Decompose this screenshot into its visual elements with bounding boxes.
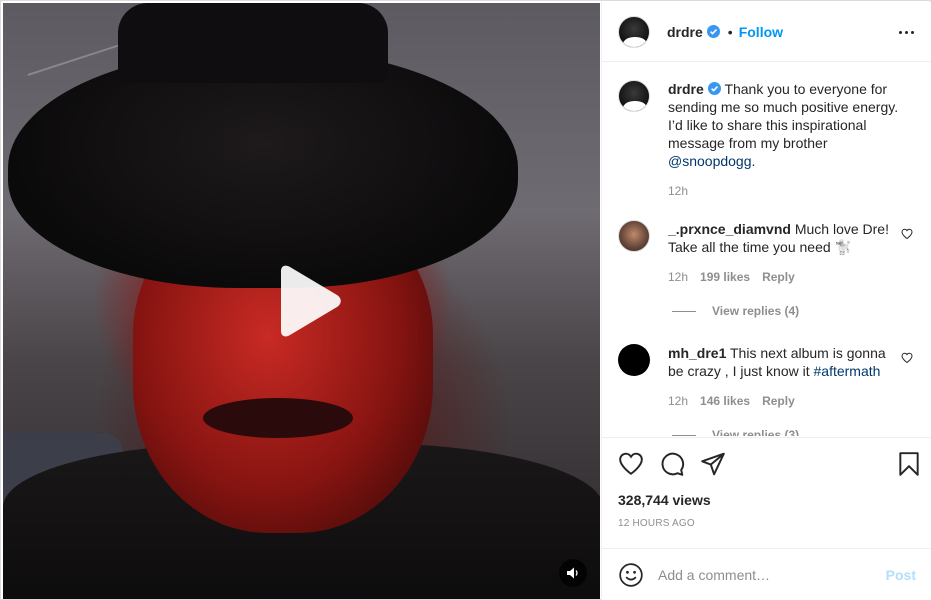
comment-input[interactable]: [658, 566, 878, 583]
comment-username[interactable]: _.prxnce_diamvnd: [668, 221, 791, 237]
bookmark-icon[interactable]: [896, 451, 922, 477]
caption-end: .: [751, 153, 756, 169]
view-replies-line: [672, 310, 696, 312]
share-paper-plane-icon[interactable]: [700, 451, 726, 477]
more-options-icon[interactable]: [899, 24, 917, 40]
comment-item: _.prxnce_diamvnd Much love Dre! Take all…: [618, 220, 915, 256]
action-icons: [618, 438, 919, 490]
post-timestamp: 12 HOURS AGO: [618, 518, 695, 529]
video-subject-hat-top: [118, 3, 388, 83]
comment-time: 12h: [668, 270, 689, 284]
view-replies-label: View replies (4): [712, 304, 800, 318]
comment-avatar[interactable]: [618, 220, 650, 252]
add-comment-bar: Post: [602, 548, 931, 600]
comment-item: mh_dre1 This next album is gonna be craz…: [618, 344, 915, 380]
post-header: drdre • Follow: [602, 2, 931, 62]
comment-meta: 12h 146 likes Reply: [668, 394, 915, 408]
like-heart-icon[interactable]: [618, 451, 644, 477]
caption-meta: 12h: [668, 184, 915, 198]
reply-button[interactable]: Reply: [762, 394, 795, 408]
comment-meta: 12h 199 likes Reply: [668, 270, 915, 284]
comment-avatar[interactable]: [618, 344, 650, 376]
comments-list[interactable]: drdre Thank you to everyone for sending …: [602, 62, 931, 436]
header-username[interactable]: drdre: [667, 24, 703, 40]
video-subject-hat-brim: [8, 48, 518, 288]
post-modal: drdre • Follow drdre Thank you to everyo…: [0, 0, 931, 600]
mention-link[interactable]: @snoopdogg: [668, 153, 752, 169]
view-replies-line: [672, 434, 696, 436]
post-comment-button[interactable]: Post: [886, 567, 916, 583]
avatar[interactable]: [618, 15, 650, 48]
caption-time: 12h: [668, 184, 689, 198]
post-actions: 328,744 views 12 HOURS AGO: [602, 437, 931, 547]
comment-likes[interactable]: 199 likes: [700, 270, 750, 284]
caption-username[interactable]: drdre: [668, 81, 704, 97]
video-subject-mustache: [203, 398, 353, 438]
caption: drdre Thank you to everyone for sending …: [618, 80, 915, 170]
separator-dot: •: [727, 23, 733, 40]
video-player[interactable]: [3, 3, 600, 599]
comment-likes[interactable]: 146 likes: [700, 394, 750, 408]
emoji-icon[interactable]: [618, 562, 644, 588]
comment-text: mh_dre1 This next album is gonna be craz…: [668, 344, 898, 380]
reply-button[interactable]: Reply: [762, 270, 795, 284]
volume-icon[interactable]: [559, 559, 587, 587]
caption-text: drdre Thank you to everyone for sending …: [668, 80, 908, 170]
hashtag-link[interactable]: #aftermath: [814, 363, 881, 379]
follow-button[interactable]: Follow: [739, 24, 783, 40]
verified-badge-icon: [707, 82, 721, 95]
view-replies-label: View replies (3): [712, 428, 800, 436]
like-comment-heart-icon[interactable]: [901, 228, 913, 240]
comment-time: 12h: [668, 394, 689, 408]
view-count[interactable]: 328,744 views: [618, 492, 916, 508]
view-replies-button[interactable]: View replies (4): [672, 304, 915, 318]
comment-bubble-icon[interactable]: [659, 451, 685, 477]
view-replies-button[interactable]: View replies (3): [672, 428, 915, 436]
post-sidebar: drdre • Follow drdre Thank you to everyo…: [601, 2, 931, 600]
caption-avatar[interactable]: [618, 80, 650, 112]
verified-badge-icon: [706, 25, 720, 38]
comment-text: _.prxnce_diamvnd Much love Dre! Take all…: [668, 220, 898, 256]
comment-username[interactable]: mh_dre1: [668, 345, 726, 361]
play-icon[interactable]: [273, 265, 343, 337]
like-comment-heart-icon[interactable]: [901, 352, 913, 364]
